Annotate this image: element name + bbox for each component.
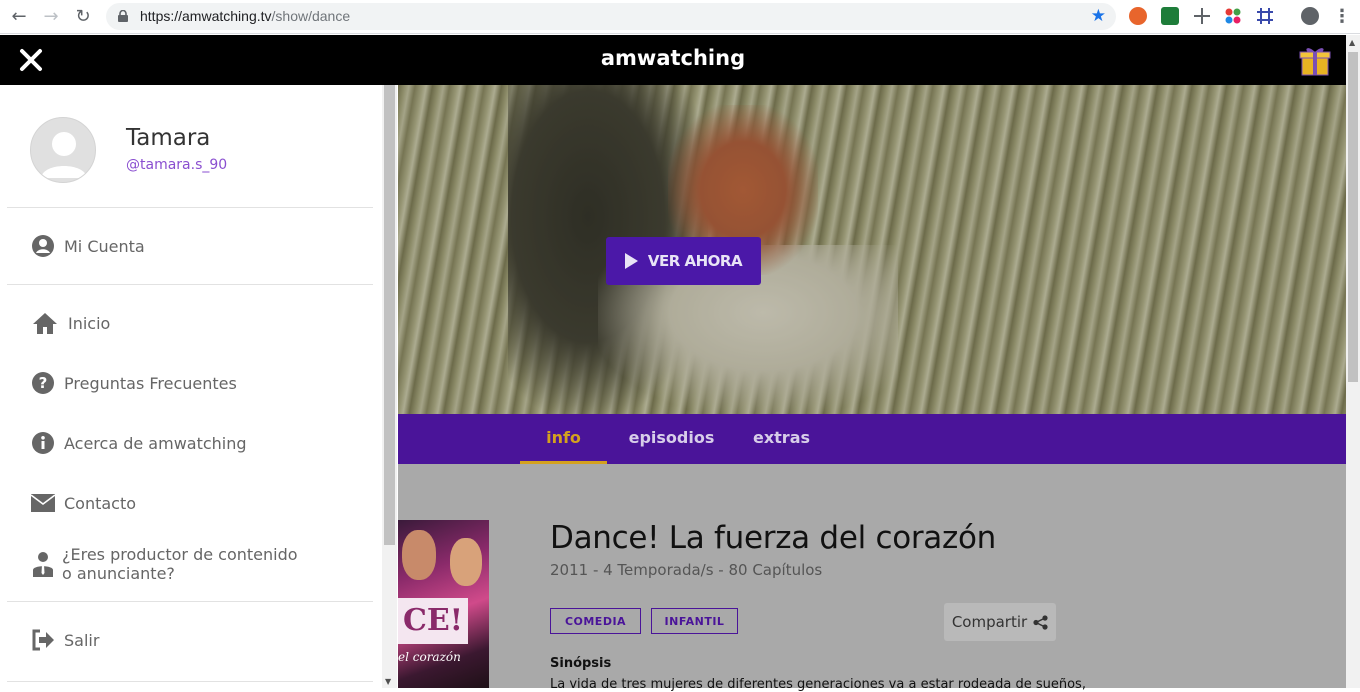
menu-item-inicio[interactable]: Inicio [30, 308, 110, 338]
info-circle-icon [30, 430, 56, 456]
show-info-panel: CE! el corazón Dance! La fuerza del cora… [398, 464, 1346, 692]
sign-out-icon [30, 627, 56, 653]
divider [7, 601, 373, 602]
synopsis-text: La vida de tres mujeres de diferentes ge… [550, 677, 1086, 692]
share-button[interactable]: Compartir [944, 603, 1056, 641]
tab-episodios[interactable]: episodios [624, 414, 719, 464]
extension-icon[interactable] [1256, 7, 1274, 25]
businessman-icon [30, 551, 56, 577]
scrollbar-thumb[interactable] [1348, 52, 1358, 382]
extension-icon[interactable] [1129, 7, 1147, 25]
help-circle-icon: ? [30, 370, 56, 396]
user-handle[interactable]: @tamara.s_90 [126, 157, 227, 173]
menu-item-salir[interactable]: Salir [30, 625, 99, 655]
poster-logo: CE! [398, 598, 468, 644]
menu-item-acerca[interactable]: Acerca de amwatching [30, 428, 247, 458]
menu-item-productor[interactable]: ¿Eres productor de contenido o anunciante… [30, 545, 298, 585]
poster-subtitle: el corazón [398, 650, 461, 664]
brand-logo[interactable]: amwatching [0, 46, 1346, 70]
profile-icon[interactable] [1301, 7, 1319, 25]
side-menu: Tamara @tamara.s_90 Mi Cuenta Inicio ? P… [0, 85, 382, 688]
url-text: https://amwatching.tv/show/dance [140, 8, 351, 24]
extension-icon[interactable] [1161, 7, 1179, 25]
menu-item-contacto[interactable]: Contacto [30, 488, 136, 518]
scrollbar-thumb[interactable] [384, 85, 395, 545]
show-title: Dance! La fuerza del corazón [550, 520, 996, 556]
genre-tag-infantil[interactable]: INFANTIL [651, 608, 738, 634]
menu-item-label: ¿Eres productor de contenido o anunciante… [62, 545, 298, 583]
app-header: amwatching [0, 35, 1360, 85]
divider [7, 284, 373, 285]
hero-image [398, 85, 1346, 414]
scroll-down-icon[interactable]: ▼ [385, 677, 391, 686]
sidebar-scrollbar[interactable]: ▼ [382, 85, 397, 688]
menu-item-mi-cuenta[interactable]: Mi Cuenta [30, 231, 145, 261]
divider [7, 681, 373, 682]
divider [7, 207, 373, 208]
menu-item-preguntas-frecuentes[interactable]: ? Preguntas Frecuentes [30, 368, 237, 398]
tab-info[interactable]: info [520, 414, 607, 464]
show-tabs: info episodios extras [398, 414, 1346, 464]
lock-icon [118, 10, 128, 22]
browser-toolbar: ← → ↻ https://amwatching.tv/show/dance ★… [0, 0, 1360, 34]
envelope-icon [30, 490, 56, 516]
show-poster[interactable]: CE! el corazón [398, 520, 489, 688]
genre-tag-comedia[interactable]: COMEDIA [550, 608, 641, 634]
page-scrollbar[interactable]: ▲ [1346, 35, 1360, 688]
user-name: Tamara [126, 125, 211, 151]
extension-icon[interactable] [1224, 7, 1242, 25]
reload-icon[interactable]: ↻ [72, 6, 94, 28]
share-icon [1033, 614, 1048, 630]
account-circle-icon [30, 233, 56, 259]
avatar[interactable] [30, 117, 96, 183]
back-icon[interactable]: ← [8, 6, 30, 28]
bookmark-star-icon[interactable]: ★ [1091, 6, 1106, 26]
watch-now-button[interactable]: VER AHORA [606, 237, 761, 285]
gift-icon[interactable] [1298, 43, 1332, 77]
scroll-up-icon[interactable]: ▲ [1349, 38, 1355, 47]
tab-extras[interactable]: extras [744, 414, 819, 464]
play-icon [624, 253, 638, 269]
home-icon [30, 310, 60, 336]
address-bar[interactable]: https://amwatching.tv/show/dance ★ [106, 3, 1116, 30]
more-vert-icon[interactable]: ⋮ [1331, 6, 1353, 28]
svg-text:?: ? [39, 374, 48, 392]
synopsis-title: Sinópsis [550, 656, 612, 671]
show-meta: 2011 - 4 Temporada/s - 80 Capítulos [550, 561, 823, 579]
forward-icon[interactable]: → [40, 6, 62, 28]
extension-icon[interactable] [1193, 7, 1211, 25]
